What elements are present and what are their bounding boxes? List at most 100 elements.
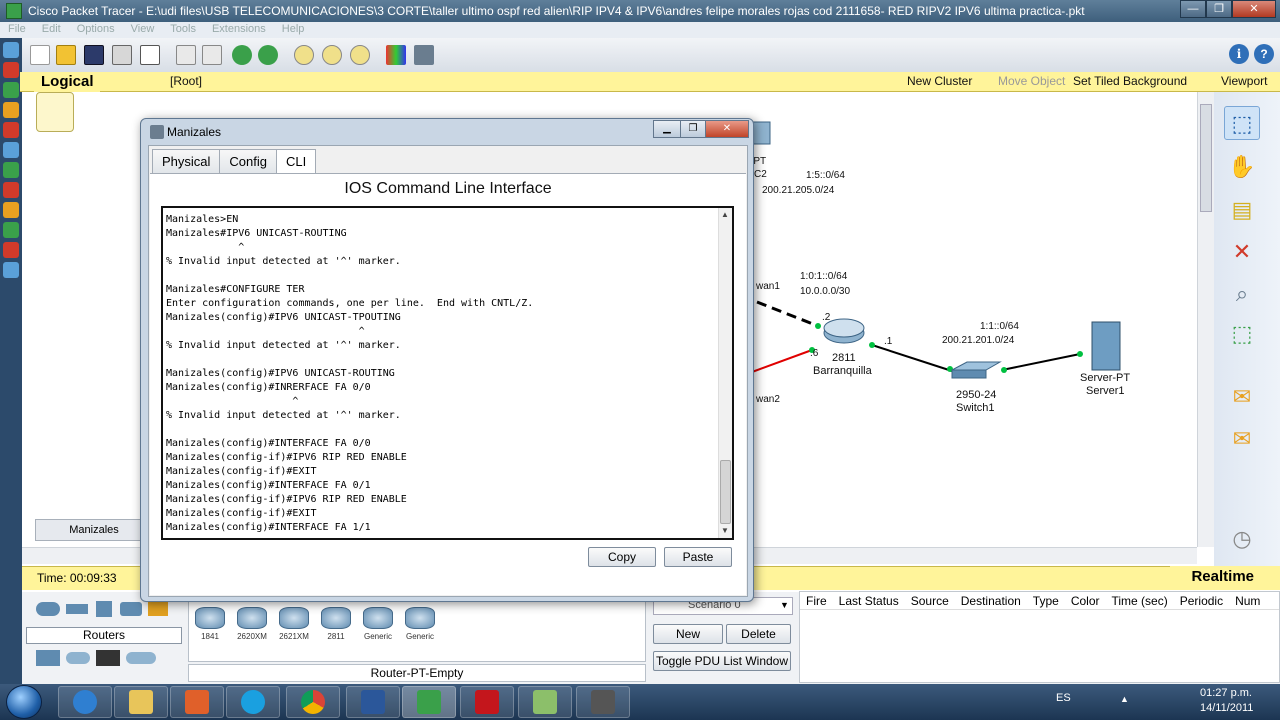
column-color[interactable]: Color	[1065, 592, 1106, 609]
app-icon[interactable]	[3, 162, 19, 178]
device-2811[interactable]: 2811	[319, 607, 353, 641]
activity-wizard-icon[interactable]	[140, 45, 160, 65]
device-1841[interactable]: 1841	[193, 607, 227, 641]
language-indicator[interactable]: ES	[1056, 692, 1071, 704]
logical-tab[interactable]: Logical	[34, 72, 100, 94]
column-num[interactable]: Num	[1229, 592, 1266, 609]
paste-icon[interactable]	[202, 45, 222, 65]
taskbar-media[interactable]	[170, 686, 224, 718]
app-icon[interactable]	[3, 42, 19, 58]
info-icon[interactable]: i	[1229, 44, 1249, 64]
column-time[interactable]: Time (sec)	[1106, 592, 1174, 609]
connections-category-icon[interactable]	[148, 602, 168, 616]
app-icon[interactable]	[3, 242, 19, 258]
minimize-button[interactable]: —	[1180, 0, 1206, 18]
root-breadcrumb[interactable]: [Root]	[170, 74, 202, 88]
column-last-status[interactable]: Last Status	[833, 592, 905, 609]
copy-icon[interactable]	[176, 45, 196, 65]
app-icon[interactable]	[3, 62, 19, 78]
app-icon[interactable]	[3, 182, 19, 198]
chevron-down-icon[interactable]: ▼	[780, 600, 789, 610]
maximize-button[interactable]: ❐	[1206, 0, 1232, 18]
cli-scrollbar[interactable]: ▲ ▼	[718, 208, 732, 538]
help-icon[interactable]: ?	[1254, 44, 1274, 64]
start-button[interactable]	[6, 685, 42, 719]
app-icon[interactable]	[3, 222, 19, 238]
app-icon[interactable]	[3, 202, 19, 218]
device-generic[interactable]: Generic	[403, 607, 437, 641]
logical-view-icon[interactable]	[36, 92, 74, 132]
column-source[interactable]: Source	[905, 592, 955, 609]
cli-scroll-thumb[interactable]	[720, 460, 731, 524]
dialog-maximize-button[interactable]: ❐	[680, 120, 706, 138]
manizales-taskbar-tab[interactable]: Manizales	[35, 519, 153, 541]
taskbar-app[interactable]	[576, 686, 630, 718]
scroll-up-icon[interactable]: ▲	[721, 210, 729, 219]
device-2621xm[interactable]: 2621XM	[277, 607, 311, 641]
tab-cli[interactable]: CLI	[276, 149, 317, 174]
move-object-button[interactable]: Move Object	[998, 74, 1065, 88]
zoom-out-icon[interactable]	[350, 45, 370, 65]
place-note-icon[interactable]: ▤	[1224, 193, 1260, 227]
taskbar-skype[interactable]	[226, 686, 280, 718]
menu-extensions[interactable]: Extensions	[204, 22, 274, 38]
toggle-pdu-list-button[interactable]: Toggle PDU List Window	[653, 651, 791, 671]
end-devices-category-icon[interactable]	[36, 650, 60, 666]
menu-help[interactable]: Help	[274, 22, 313, 38]
menu-file[interactable]: File	[0, 22, 34, 38]
column-destination[interactable]: Destination	[955, 592, 1027, 609]
column-fire[interactable]: Fire	[800, 592, 833, 609]
app-icon[interactable]	[3, 122, 19, 138]
viewport-button[interactable]: Viewport	[1221, 74, 1267, 88]
switch-category-icon[interactable]	[66, 604, 88, 614]
column-periodic[interactable]: Periodic	[1174, 592, 1229, 609]
copy-button[interactable]: Copy	[588, 547, 656, 567]
taskbar-chrome[interactable]	[286, 686, 340, 718]
clock-time[interactable]: 01:27 p.m.	[1200, 687, 1252, 699]
app-icon[interactable]	[3, 102, 19, 118]
dialog-close-button[interactable]: ✕	[705, 120, 749, 138]
taskbar-packet-tracer[interactable]	[402, 686, 456, 718]
save-icon[interactable]	[84, 45, 104, 65]
taskbar-explorer[interactable]	[114, 686, 168, 718]
app-icon[interactable]	[3, 262, 19, 278]
wireless-category-icon[interactable]	[120, 602, 142, 616]
clock-date[interactable]: 14/11/2011	[1200, 702, 1253, 714]
new-file-icon[interactable]	[30, 45, 50, 65]
taskbar-app[interactable]	[518, 686, 572, 718]
add-complex-pdu-icon[interactable]: ✉	[1224, 422, 1260, 456]
zoom-reset-icon[interactable]	[322, 45, 342, 65]
resize-shape-icon[interactable]: ⬚	[1224, 317, 1260, 351]
dialog-minimize-button[interactable]: ▁	[653, 120, 681, 138]
inspect-icon[interactable]: ⌕	[1224, 277, 1260, 311]
tab-config[interactable]: Config	[219, 149, 277, 173]
new-scenario-button[interactable]: New	[653, 624, 723, 644]
cli-output[interactable]: Manizales>EN Manizales#IPV6 UNICAST-ROUT…	[166, 213, 533, 535]
realtime-mode-label[interactable]: Realtime	[1170, 566, 1280, 590]
tab-physical[interactable]: Physical	[152, 149, 221, 173]
menu-view[interactable]: View	[123, 22, 163, 38]
open-folder-icon[interactable]	[56, 45, 76, 65]
scroll-thumb[interactable]	[1200, 104, 1212, 212]
undo-icon[interactable]	[232, 45, 252, 65]
set-tiled-background-button[interactable]: Set Tiled Background	[1073, 74, 1187, 88]
app-icon[interactable]	[3, 82, 19, 98]
hub-category-icon[interactable]	[96, 601, 112, 617]
new-cluster-button[interactable]: New Cluster	[907, 74, 972, 88]
menu-edit[interactable]: Edit	[34, 22, 69, 38]
wan-emulation-category-icon[interactable]	[66, 652, 90, 664]
scroll-down-icon[interactable]: ▼	[721, 526, 729, 535]
palette-icon[interactable]	[386, 45, 406, 65]
close-button[interactable]: ✕	[1232, 0, 1276, 18]
paste-button[interactable]: Paste	[664, 547, 732, 567]
print-icon[interactable]	[112, 45, 132, 65]
menu-options[interactable]: Options	[69, 22, 123, 38]
tray-arrow-icon[interactable]: ▲	[1120, 694, 1129, 704]
column-type[interactable]: Type	[1027, 592, 1065, 609]
taskbar-word[interactable]	[346, 686, 400, 718]
taskbar-ie[interactable]	[58, 686, 112, 718]
switch-icon[interactable]	[951, 361, 1002, 371]
cli-terminal[interactable]: Manizales>EN Manizales#IPV6 UNICAST-ROUT…	[161, 206, 734, 540]
zoom-in-icon[interactable]	[294, 45, 314, 65]
custom-device-icon[interactable]	[414, 45, 434, 65]
